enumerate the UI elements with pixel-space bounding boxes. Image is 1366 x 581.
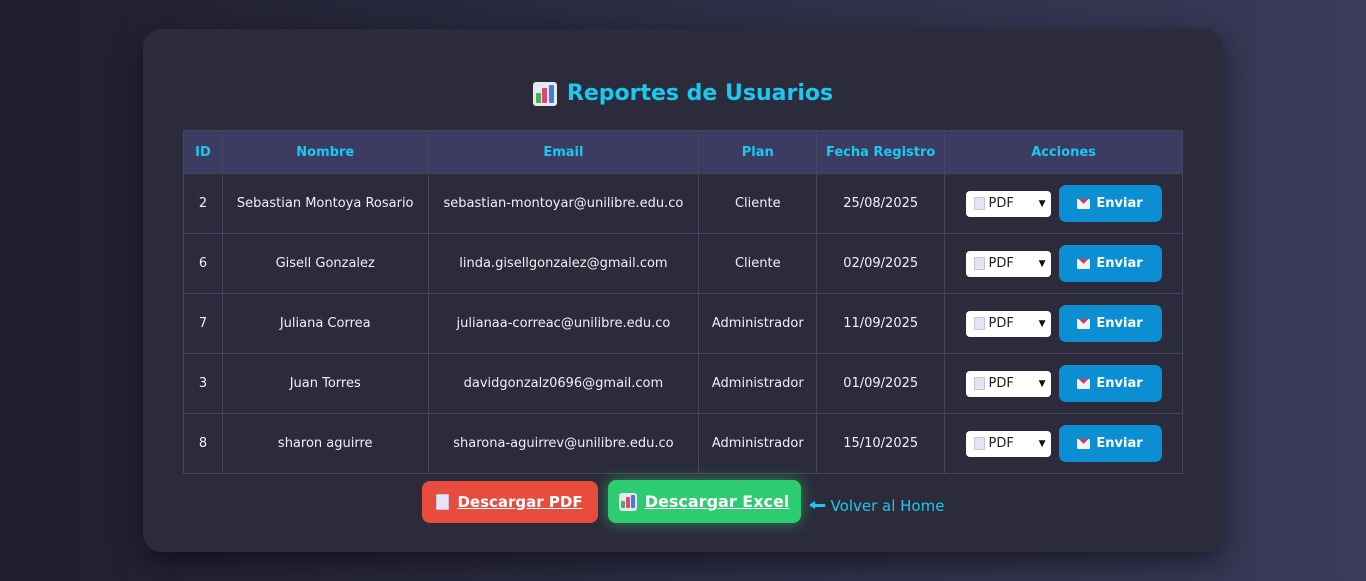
table-row: 2 Sebastian Montoya Rosario sebastian-mo… xyxy=(183,173,1183,234)
cell-email: sebastian-montoyar@unilibre.edu.co xyxy=(427,173,700,234)
cell-plan: Administrador xyxy=(698,353,818,414)
send-button[interactable]: Enviar xyxy=(1058,425,1162,462)
download-actions: Descargar PDF Descargar Excel Volver al … xyxy=(143,480,1223,523)
document-icon xyxy=(973,197,985,210)
back-home-link[interactable]: Volver al Home xyxy=(808,496,945,515)
back-home-label: Volver al Home xyxy=(830,496,945,515)
format-select-value: PDF xyxy=(988,436,1014,451)
chevron-down-icon: ▼ xyxy=(1038,318,1046,329)
page-title-text: Reportes de Usuarios xyxy=(566,81,834,106)
document-icon xyxy=(973,437,985,450)
cell-acciones: PDF ▼ Enviar xyxy=(944,233,1183,294)
cell-email: julianaa-correac@unilibre.edu.co xyxy=(427,293,700,354)
format-select[interactable]: PDF ▼ xyxy=(965,190,1051,217)
header-email: Email xyxy=(427,130,700,174)
cell-plan: Cliente xyxy=(698,233,818,294)
cell-nombre: Juliana Correa xyxy=(221,293,429,354)
envelope-icon xyxy=(1077,258,1091,269)
envelope-icon xyxy=(1077,198,1091,209)
download-pdf-label: Descargar PDF xyxy=(457,492,583,511)
chevron-down-icon: ▼ xyxy=(1038,378,1046,389)
cell-fecha: 02/09/2025 xyxy=(816,233,946,294)
cell-acciones: PDF ▼ Enviar xyxy=(944,353,1183,414)
cell-id: 3 xyxy=(183,353,223,414)
cell-fecha: 11/09/2025 xyxy=(816,293,946,354)
table-row: 7 Juliana Correa julianaa-correac@unilib… xyxy=(183,293,1183,354)
cell-nombre: Juan Torres xyxy=(221,353,429,414)
cell-acciones: PDF ▼ Enviar xyxy=(944,173,1183,234)
format-select-value: PDF xyxy=(988,196,1014,211)
format-select-value: PDF xyxy=(988,256,1014,271)
header-plan: Plan xyxy=(698,130,818,174)
download-pdf-button[interactable]: Descargar PDF xyxy=(421,480,598,523)
chevron-down-icon: ▼ xyxy=(1038,438,1046,449)
cell-acciones: PDF ▼ Enviar xyxy=(944,413,1183,474)
cell-id: 7 xyxy=(183,293,223,354)
send-button-label: Enviar xyxy=(1096,436,1143,451)
header-id: ID xyxy=(183,130,223,174)
table-row: 3 Juan Torres davidgonzalz0696@gmail.com… xyxy=(183,353,1183,414)
cell-nombre: Gisell Gonzalez xyxy=(221,233,429,294)
cell-fecha: 25/08/2025 xyxy=(816,173,946,234)
users-table: ID Nombre Email Plan Fecha Registro Acci… xyxy=(183,130,1183,474)
send-button[interactable]: Enviar xyxy=(1058,305,1162,342)
document-icon xyxy=(973,377,985,390)
cell-acciones: PDF ▼ Enviar xyxy=(944,293,1183,354)
header-fecha: Fecha Registro xyxy=(816,130,946,174)
format-select-value: PDF xyxy=(988,376,1014,391)
document-icon xyxy=(436,493,450,510)
send-button-label: Enviar xyxy=(1096,256,1143,271)
cell-plan: Cliente xyxy=(698,173,818,234)
table-row: 6 Gisell Gonzalez linda.gisellgonzalez@g… xyxy=(183,233,1183,294)
bar-chart-icon xyxy=(532,81,557,106)
send-button-label: Enviar xyxy=(1096,376,1143,391)
send-button[interactable]: Enviar xyxy=(1058,245,1162,282)
arrow-left-icon xyxy=(808,501,825,509)
cell-id: 8 xyxy=(183,413,223,474)
cell-id: 6 xyxy=(183,233,223,294)
reports-card: Reportes de Usuarios ID Nombre Email Pla… xyxy=(143,29,1223,552)
cell-nombre: sharon aguirre xyxy=(221,413,429,474)
envelope-icon xyxy=(1077,318,1091,329)
cell-fecha: 01/09/2025 xyxy=(816,353,946,414)
format-select[interactable]: PDF ▼ xyxy=(965,310,1051,337)
header-nombre: Nombre xyxy=(221,130,429,174)
envelope-icon xyxy=(1077,438,1091,449)
send-button[interactable]: Enviar xyxy=(1058,365,1162,402)
send-button[interactable]: Enviar xyxy=(1058,185,1162,222)
cell-plan: Administrador xyxy=(698,413,818,474)
send-button-label: Enviar xyxy=(1096,196,1143,211)
cell-email: linda.gisellgonzalez@gmail.com xyxy=(427,233,700,294)
cell-id: 2 xyxy=(183,173,223,234)
format-select[interactable]: PDF ▼ xyxy=(965,370,1051,397)
document-icon xyxy=(973,317,985,330)
format-select[interactable]: PDF ▼ xyxy=(965,250,1051,277)
cell-fecha: 15/10/2025 xyxy=(816,413,946,474)
chevron-down-icon: ▼ xyxy=(1038,198,1046,209)
bar-chart-icon xyxy=(618,492,637,511)
cell-email: sharona-aguirrev@unilibre.edu.co xyxy=(427,413,700,474)
download-excel-button[interactable]: Descargar Excel xyxy=(607,480,801,523)
table-row: 8 sharon aguirre sharona-aguirrev@unilib… xyxy=(183,413,1183,474)
download-excel-label: Descargar Excel xyxy=(644,492,790,511)
format-select-value: PDF xyxy=(988,316,1014,331)
page-title: Reportes de Usuarios xyxy=(143,81,1223,106)
cell-email: davidgonzalz0696@gmail.com xyxy=(427,353,700,414)
document-icon xyxy=(973,257,985,270)
send-button-label: Enviar xyxy=(1096,316,1143,331)
envelope-icon xyxy=(1077,378,1091,389)
cell-plan: Administrador xyxy=(698,293,818,354)
chevron-down-icon: ▼ xyxy=(1038,258,1046,269)
header-acciones: Acciones xyxy=(944,130,1183,174)
cell-nombre: Sebastian Montoya Rosario xyxy=(221,173,429,234)
format-select[interactable]: PDF ▼ xyxy=(965,430,1051,457)
table-header-row: ID Nombre Email Plan Fecha Registro Acci… xyxy=(183,130,1183,174)
